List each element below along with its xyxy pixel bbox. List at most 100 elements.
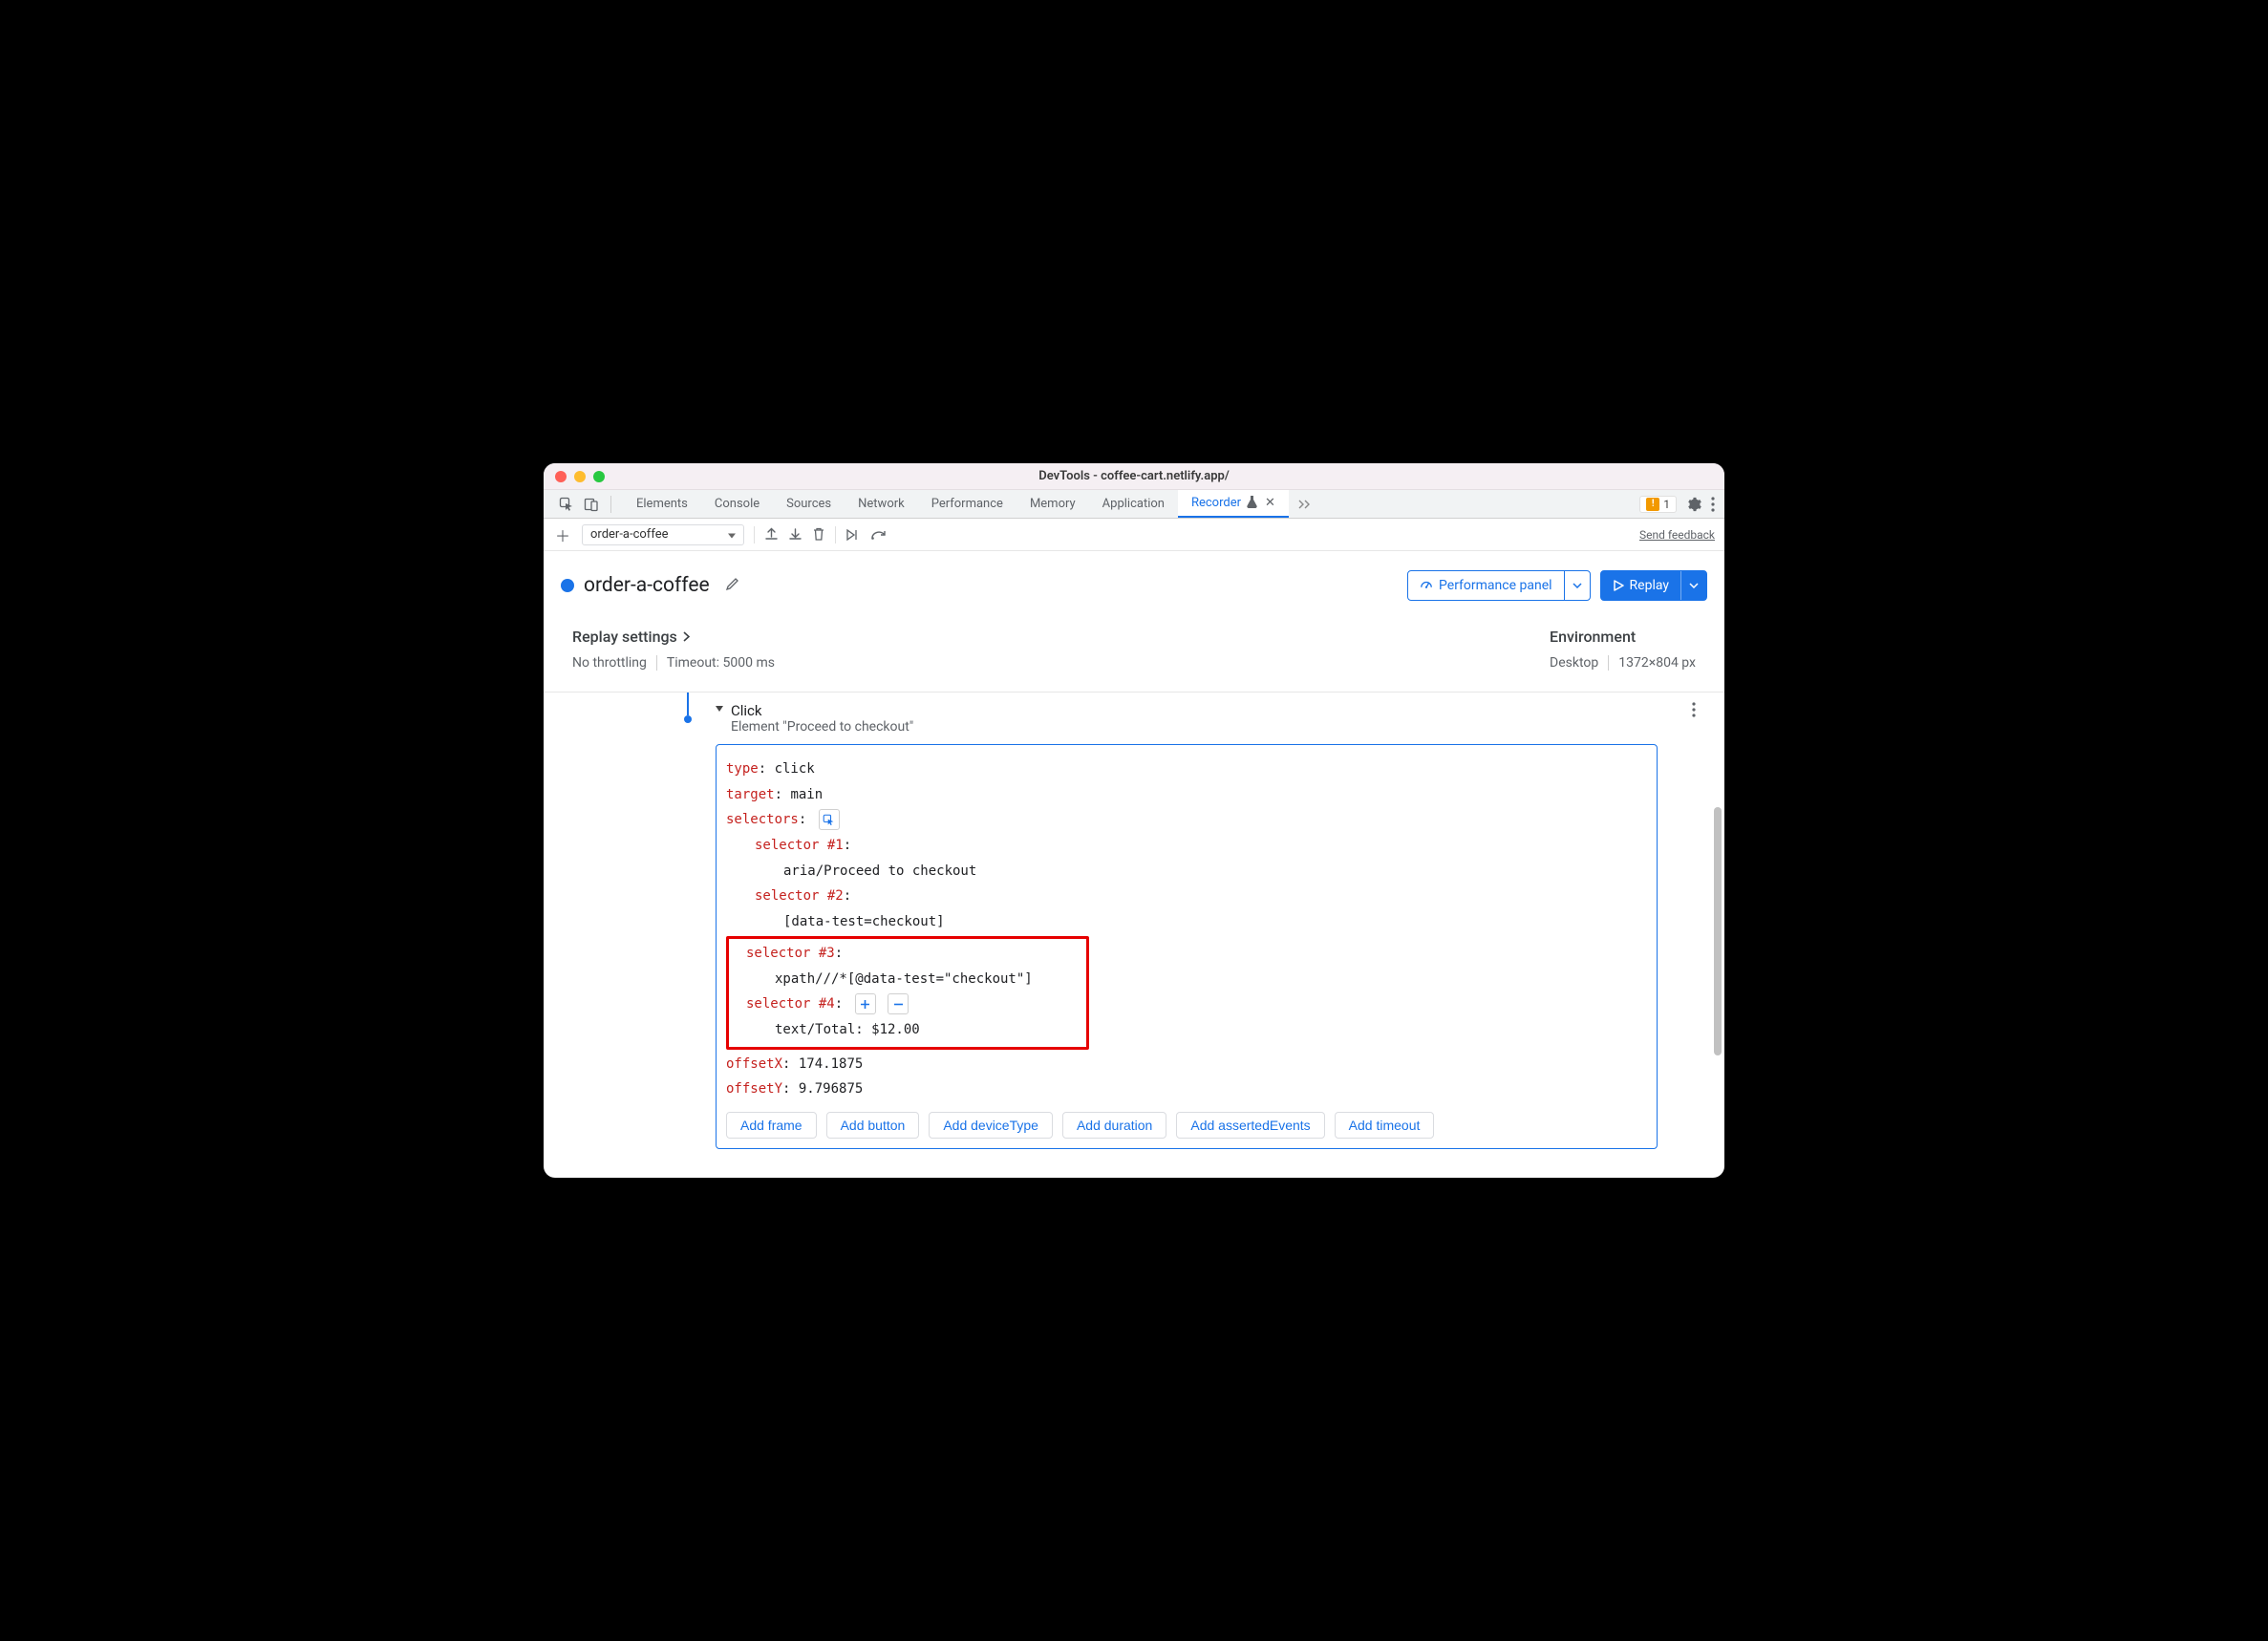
- tab-memory[interactable]: Memory: [1016, 490, 1089, 518]
- selector-value[interactable]: text/Total: $12.00: [733, 1017, 1082, 1043]
- play-icon: [1613, 580, 1624, 591]
- prop-value[interactable]: click: [775, 761, 815, 777]
- replay-button[interactable]: Replay: [1600, 570, 1707, 601]
- step-area: Click Element "Proceed to checkout" type…: [544, 693, 1724, 1178]
- prop-key: type: [726, 761, 759, 777]
- dimensions-value: 1372×804 px: [1618, 655, 1696, 671]
- highlighted-selectors: selector #3: xpath///*[@data-test="check…: [726, 936, 1089, 1049]
- pick-selector-icon[interactable]: [819, 809, 840, 830]
- step-subtitle: Element "Proceed to checkout": [731, 719, 913, 735]
- add-devicetype-button[interactable]: Add deviceType: [929, 1112, 1053, 1139]
- performance-panel-button[interactable]: Performance panel: [1407, 570, 1591, 601]
- prop-key: selector #4: [746, 996, 835, 1012]
- add-frame-button[interactable]: Add frame: [726, 1112, 817, 1139]
- settings-gear-icon[interactable]: [1686, 497, 1701, 512]
- step-title: Click: [731, 702, 913, 719]
- add-buttons-row: Add frame Add button Add deviceType Add …: [726, 1102, 1647, 1139]
- tab-network[interactable]: Network: [845, 490, 918, 518]
- delete-icon[interactable]: [812, 527, 825, 542]
- recording-title: order-a-coffee: [584, 574, 710, 597]
- selector-value[interactable]: xpath///*[@data-test="checkout"]: [733, 967, 1082, 992]
- issues-count: 1: [1663, 498, 1670, 511]
- selector-value[interactable]: [data-test=checkout]: [726, 909, 1647, 935]
- issues-badge[interactable]: ! 1: [1639, 496, 1677, 513]
- tab-elements[interactable]: Elements: [623, 490, 701, 518]
- tab-console[interactable]: Console: [701, 490, 773, 518]
- gauge-icon: [1420, 579, 1433, 592]
- device-value: Desktop: [1550, 655, 1598, 671]
- close-tab-icon[interactable]: ✕: [1265, 496, 1275, 510]
- remove-selector-button[interactable]: [888, 993, 909, 1014]
- add-duration-button[interactable]: Add duration: [1062, 1112, 1166, 1139]
- inspect-element-icon[interactable]: [559, 497, 574, 512]
- prop-value[interactable]: 9.796875: [799, 1081, 863, 1097]
- tab-label: Memory: [1030, 497, 1076, 511]
- scrollbar[interactable]: [1714, 807, 1722, 1055]
- more-menu-icon[interactable]: [1711, 497, 1715, 512]
- maximize-window-button[interactable]: [593, 471, 605, 482]
- step-play-icon[interactable]: [845, 528, 861, 542]
- recording-name: order-a-coffee: [590, 527, 668, 542]
- prop-key: offsetY: [726, 1081, 782, 1097]
- tab-recorder[interactable]: Recorder ✕: [1178, 490, 1289, 518]
- flask-icon: [1247, 496, 1257, 511]
- devtools-tabs: Elements Console Sources Network Perform…: [544, 490, 1724, 519]
- replay-settings-title[interactable]: Replay settings: [572, 628, 775, 646]
- environment-title: Environment: [1550, 628, 1696, 646]
- tab-application[interactable]: Application: [1089, 490, 1178, 518]
- separator: [610, 496, 611, 513]
- new-recording-button[interactable]: ＋: [553, 523, 572, 546]
- step-menu-icon[interactable]: [1692, 702, 1696, 722]
- button-label: Performance panel: [1439, 578, 1552, 593]
- button-label: Replay: [1630, 578, 1669, 593]
- prop-key: selector #3: [746, 946, 835, 961]
- prop-key: selector #1: [755, 838, 844, 853]
- step-header[interactable]: Click Element "Proceed to checkout": [716, 693, 1658, 742]
- tab-performance[interactable]: Performance: [918, 490, 1016, 518]
- recorder-toolbar: ＋ order-a-coffee Send feedback: [544, 519, 1724, 551]
- add-button-button[interactable]: Add button: [826, 1112, 920, 1139]
- separator: [1608, 655, 1609, 671]
- prop-value[interactable]: 174.1875: [799, 1056, 863, 1072]
- tab-label: Performance: [931, 497, 1003, 511]
- tab-sources[interactable]: Sources: [773, 490, 845, 518]
- tab-label: Application: [1102, 497, 1165, 511]
- device-toggle-icon[interactable]: [584, 497, 599, 512]
- send-feedback-link[interactable]: Send feedback: [1639, 528, 1715, 542]
- prop-value[interactable]: main: [790, 787, 823, 802]
- selector-value[interactable]: aria/Proceed to checkout: [726, 859, 1647, 884]
- minimize-window-button[interactable]: [574, 471, 586, 482]
- timeline-dot: [684, 715, 692, 723]
- warning-icon: !: [1646, 498, 1659, 511]
- export-icon[interactable]: [764, 527, 779, 542]
- window-title: DevTools - coffee-cart.netlify.app/: [544, 469, 1724, 483]
- chevron-right-icon: [683, 631, 690, 642]
- recording-select[interactable]: order-a-coffee: [582, 524, 744, 545]
- edit-title-icon[interactable]: [725, 576, 740, 595]
- timeline-line: [687, 693, 689, 715]
- tab-label: Elements: [636, 497, 688, 511]
- add-assertedevents-button[interactable]: Add assertedEvents: [1176, 1112, 1324, 1139]
- prop-key: selector #2: [755, 888, 844, 904]
- replay-dropdown-caret[interactable]: [1680, 571, 1706, 600]
- perf-dropdown-caret[interactable]: [1564, 571, 1590, 600]
- disclosure-triangle-icon: [716, 706, 723, 712]
- more-tabs-icon[interactable]: [1289, 490, 1321, 518]
- recording-status-dot: [561, 579, 574, 592]
- import-icon[interactable]: [788, 527, 802, 542]
- separator: [754, 526, 755, 543]
- add-timeout-button[interactable]: Add timeout: [1335, 1112, 1435, 1139]
- close-window-button[interactable]: [555, 471, 567, 482]
- step-over-icon[interactable]: [870, 529, 888, 541]
- prop-key: offsetX: [726, 1056, 782, 1072]
- settings-row: Replay settings No throttling Timeout: 5…: [544, 618, 1724, 693]
- heading-label: Replay settings: [572, 628, 677, 646]
- prop-key: target: [726, 787, 775, 802]
- titlebar: DevTools - coffee-cart.netlify.app/: [544, 463, 1724, 490]
- window-controls: [555, 471, 605, 482]
- tab-label: Recorder: [1191, 496, 1241, 510]
- add-selector-button[interactable]: [855, 993, 876, 1014]
- tab-label: Sources: [786, 497, 831, 511]
- recorder-header: order-a-coffee Performance panel Replay: [544, 551, 1724, 618]
- timeout-value: Timeout: 5000 ms: [667, 655, 775, 671]
